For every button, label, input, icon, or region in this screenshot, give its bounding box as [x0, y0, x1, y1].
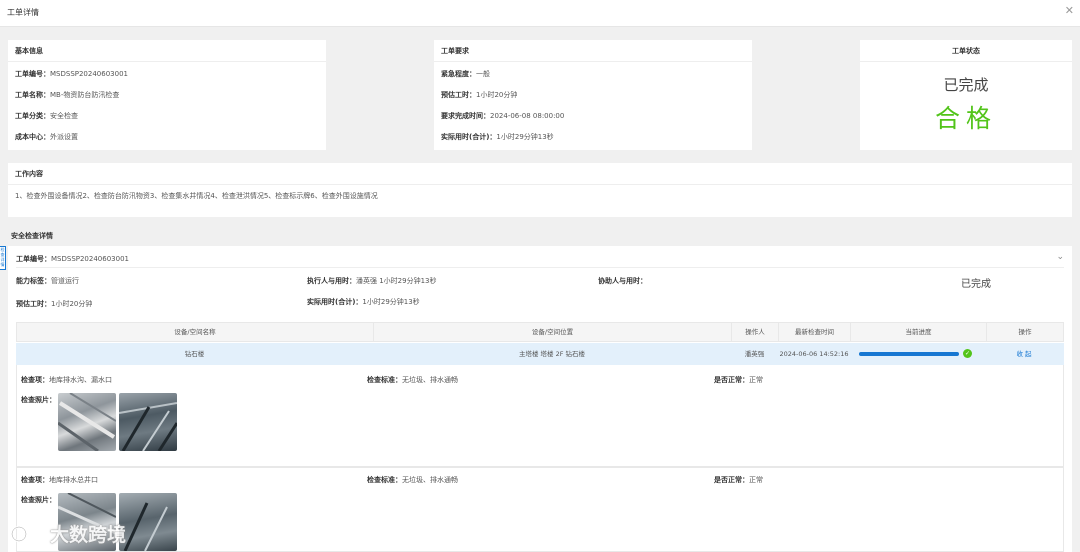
table-row[interactable]: 钻石楼 主塔楼 塔楼 2F 钻石楼 潘英强 2024-06-06 14:52:1…: [16, 343, 1064, 365]
status-state: 已完成: [943, 76, 989, 94]
row-name: 钻石楼: [184, 350, 205, 358]
inspection-photo[interactable]: [119, 393, 177, 451]
row-time: 2024-06-06 14:52:16: [779, 350, 849, 358]
safety-detail-heading: 安全检查详情: [11, 232, 53, 240]
photos-label: 检查照片：: [21, 396, 56, 404]
status-result: 合格: [934, 104, 997, 133]
inspection-item-name: 检查项：地库排水总井口: [21, 476, 98, 484]
work-content-card: 工作内容 1、检查外围设备情况2、检查防台防汛物资3、检查集水井情况4、检查泄洪…: [8, 163, 1072, 217]
work-order-category: 工单分类：安全检查: [15, 112, 78, 120]
col-location: 设备/空间位置: [374, 323, 732, 341]
detail-state: 已完成: [961, 279, 991, 290]
estimated-hours: 预估工时：1小时20分钟: [441, 91, 518, 99]
required-finish-time: 要求完成时间：2024-06-08 08:00:00: [441, 112, 565, 120]
inspection-normal: 是否正常：正常: [714, 476, 763, 484]
inspection-item: 检查项：地库排水沟、漏水口 检查标准：无垃圾、排水通畅 是否正常：正常 检查照片…: [16, 365, 1064, 467]
progress-bar: [859, 352, 959, 356]
executor-time: 执行人与用时：潘英强 1小时29分钟13秒: [307, 277, 437, 285]
work-content-heading: 工作内容: [8, 163, 1072, 185]
col-latest-time: 最新检查时间: [779, 323, 851, 341]
col-action: 操作: [1018, 328, 1032, 336]
work-order-no: 工单编号：MSDSSP20240603001: [15, 70, 128, 78]
inspection-photo[interactable]: [58, 393, 116, 451]
row-operator: 潘英强: [744, 350, 765, 358]
inspection-photo[interactable]: [119, 493, 177, 551]
check-circle-icon: ✓: [963, 349, 972, 358]
equipment-table-header: 设备/空间名称 设备/空间位置 操作人 最新检查时间 当前进度 操作: [16, 322, 1064, 342]
chevron-down-icon[interactable]: ⌄: [1056, 252, 1064, 262]
dialog-titlebar: 工单详情 ✕: [0, 0, 1080, 27]
actual-time-total: 实际用时(合计)：1小时29分钟13秒: [441, 133, 554, 141]
basic-info-card: 基本信息 工单编号：MSDSSP20240603001 工单名称：MB-物资防台…: [8, 40, 326, 150]
work-order-name: 工单名称：MB-物资防台防汛检查: [15, 91, 120, 99]
requirements-card: 工单要求 紧急程度：一般 预估工时：1小时20分钟 要求完成时间：2024-06…: [434, 40, 752, 150]
close-icon[interactable]: ✕: [1065, 4, 1074, 17]
inspection-item: 检查项：地库排水总井口 检查标准：无垃圾、排水通畅 是否正常：正常 检查照片：: [16, 467, 1064, 552]
skill-tag: 能力标签：管道运行: [16, 277, 79, 285]
inspection-standard: 检查标准：无垃圾、排水通畅: [367, 376, 458, 384]
dialog-title: 工单详情: [7, 8, 39, 17]
inspection-standard: 检查标准：无垃圾、排水通畅: [367, 476, 458, 484]
divider: [16, 267, 1064, 268]
requirements-heading: 工单要求: [434, 40, 752, 62]
basic-info-heading: 基本信息: [8, 40, 326, 62]
col-progress: 当前进度: [851, 323, 987, 341]
watermark: 大数跨境: [10, 520, 126, 547]
assistant-time: 协助人与用时：: [598, 277, 647, 285]
inspection-normal: 是否正常：正常: [714, 376, 763, 384]
photos-label: 检查照片：: [21, 496, 56, 504]
detail-side-tab[interactable]: 检查详情: [0, 246, 6, 270]
detail-order-no: 工单编号：MSDSSP20240603001: [16, 255, 129, 263]
inspection-item-name: 检查项：地库排水沟、漏水口: [21, 376, 112, 384]
estimate-hours: 预估工时：1小时20分钟: [16, 300, 93, 308]
status-card: 工单状态 已完成 合格: [860, 40, 1072, 150]
col-name: 设备/空间名称: [17, 323, 374, 341]
status-heading: 工单状态: [860, 40, 1072, 62]
watermark-text: 大数跨境: [50, 524, 127, 546]
work-content-text: 1、检查外围设备情况2、检查防台防汛物资3、检查集水井情况4、检查泄洪情况5、检…: [15, 192, 378, 200]
row-location: 主塔楼 塔楼 2F 钻石楼: [518, 350, 586, 358]
urgency: 紧急程度：一般: [441, 70, 490, 78]
collapse-link[interactable]: 收 起: [986, 343, 1062, 365]
col-operator: 操作人: [732, 323, 779, 341]
actual-hours: 实际用时(合计)：1小时29分钟13秒: [307, 298, 420, 306]
watermark-logo-icon: [10, 525, 44, 542]
cost-center: 成本中心：外派设置: [15, 133, 78, 141]
